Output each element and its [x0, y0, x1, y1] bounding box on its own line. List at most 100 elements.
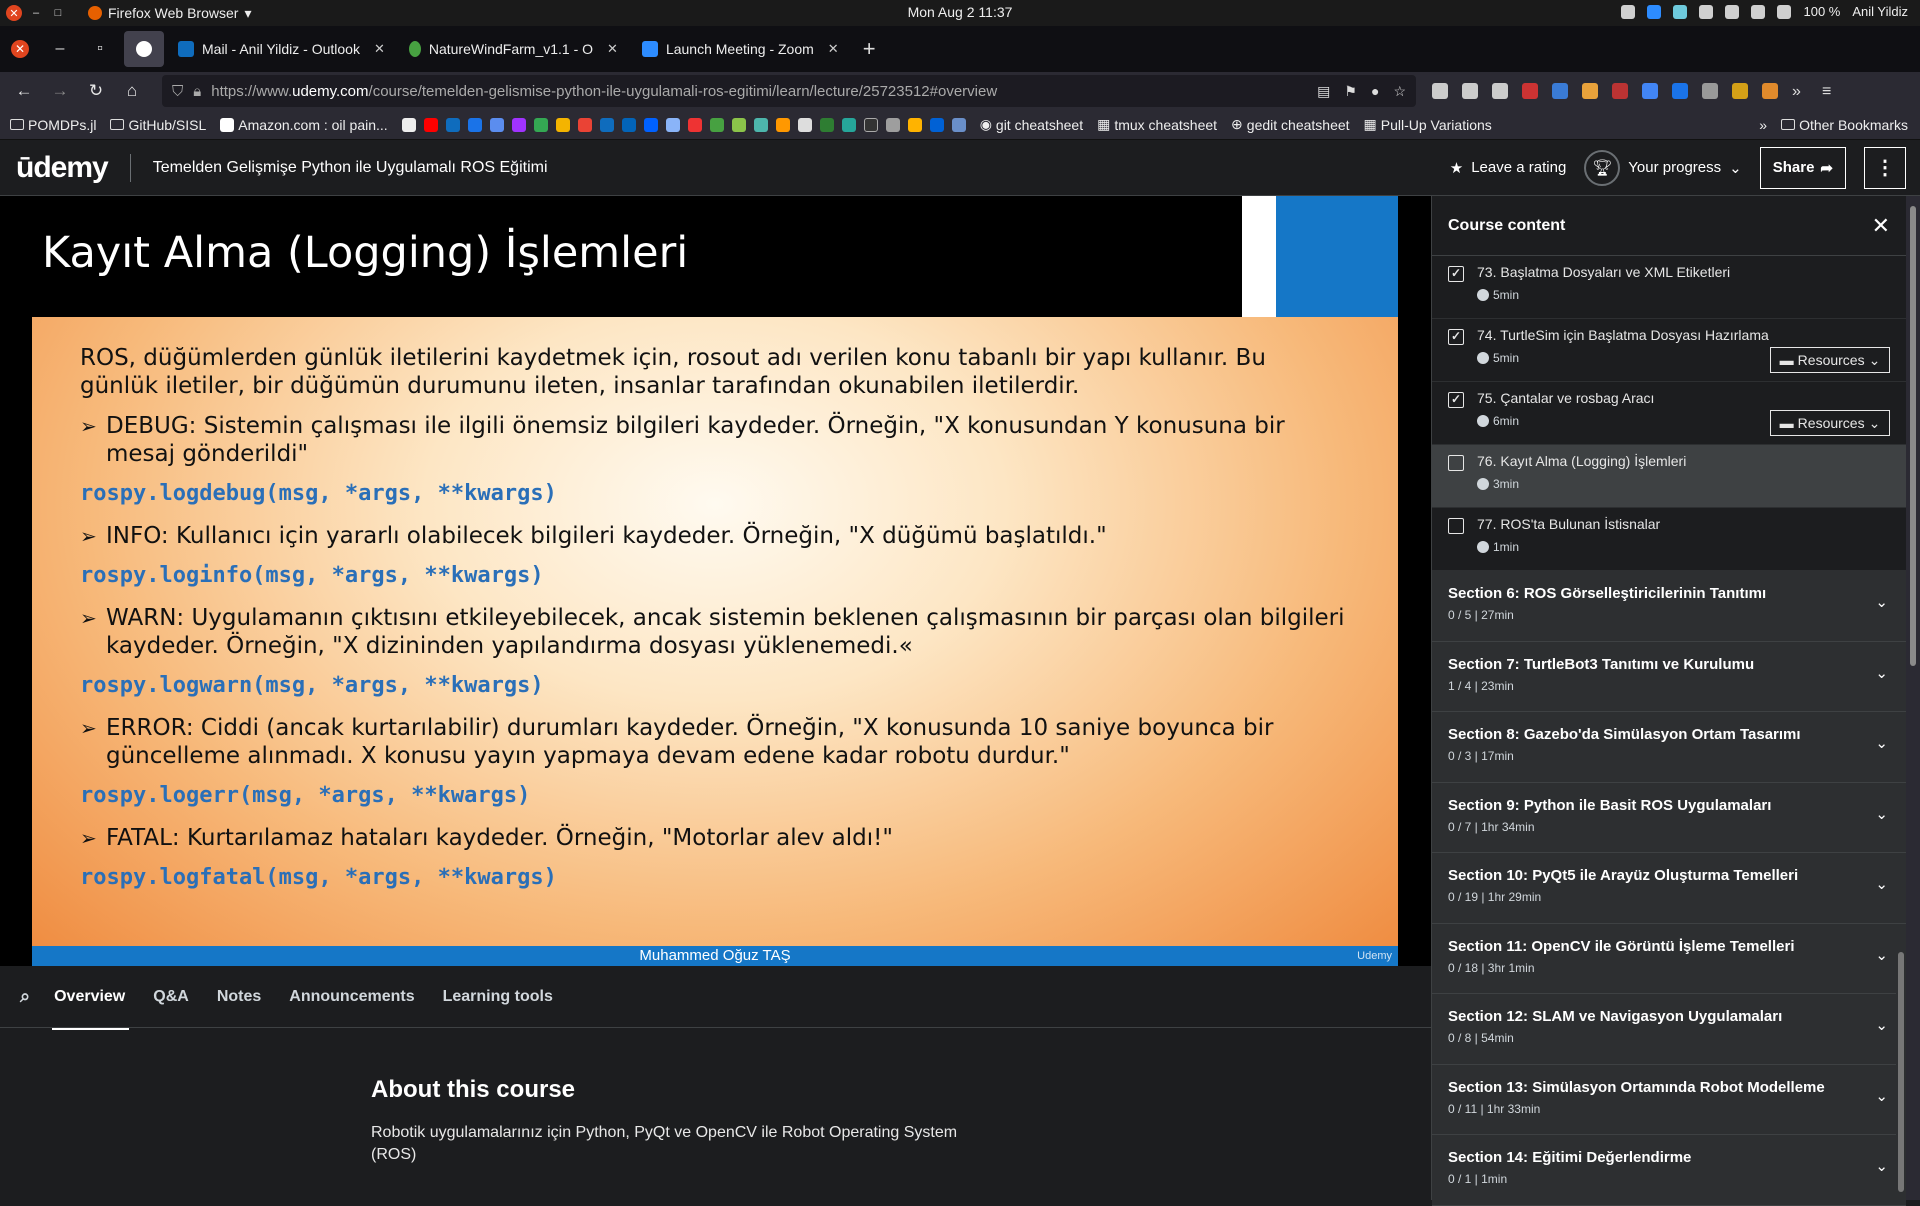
close-icon[interactable]: ✕	[1872, 213, 1890, 239]
resources-button[interactable]: ▬ Resources ⌄	[1770, 410, 1890, 436]
extension-icon[interactable]	[1762, 83, 1778, 99]
bookmark-favicon-icon[interactable]	[775, 117, 790, 132]
flag-icon[interactable]: ⚑	[1344, 83, 1357, 100]
tab-overleaf[interactable]: NatureWindFarm_v1.1 - O ✕	[399, 31, 628, 67]
section-item[interactable]: Section 6: ROS Görselleştiricilerinin Ta…	[1432, 571, 1906, 642]
browser-close-icon[interactable]: ✕	[0, 40, 40, 58]
browser-minimize-icon[interactable]: –	[40, 40, 80, 58]
bookmark-link[interactable]: ⊕ gedit cheatsheet	[1231, 116, 1349, 133]
user-name[interactable]: Anil Yildiz	[1852, 4, 1908, 19]
search-icon[interactable]: ⌕	[20, 986, 30, 1007]
brightness-icon[interactable]	[1751, 4, 1766, 19]
gmail-icon[interactable]	[577, 117, 592, 132]
download-icon[interactable]	[1462, 83, 1478, 99]
checkbox-unchecked[interactable]	[1448, 455, 1464, 471]
tray-app-icon[interactable]	[1621, 4, 1636, 19]
bookmark-favicon-icon[interactable]	[797, 117, 812, 132]
forward-icon[interactable]: →	[42, 81, 78, 101]
bookmark-folder[interactable]: GitHub/SISL	[110, 117, 206, 133]
extension-icon[interactable]	[1702, 83, 1718, 99]
wifi-icon[interactable]	[1725, 4, 1740, 19]
tab-announcements[interactable]: Announcements	[289, 966, 414, 1028]
tab-overview[interactable]: Overview	[52, 966, 130, 1030]
tab-zoom[interactable]: Launch Meeting - Zoom ✕	[632, 31, 849, 67]
window-maximize-icon[interactable]: □	[50, 5, 66, 21]
close-tab-icon[interactable]: ✕	[607, 41, 618, 57]
bookmark-link[interactable]: ▦ Pull-Up Variations	[1364, 116, 1492, 133]
bookmark-favicon-icon[interactable]	[863, 117, 878, 132]
resources-button[interactable]: ▬ Resources ⌄	[1770, 347, 1890, 373]
overleaf-icon[interactable]	[709, 117, 724, 132]
back-icon[interactable]: ←	[6, 81, 42, 101]
bookmark-star-icon[interactable]: ☆	[1393, 83, 1406, 100]
onedrive-icon[interactable]	[621, 117, 636, 132]
lecture-item[interactable]: ✓ 75. Çantalar ve rosbag Aracı 6min ▬ Res…	[1432, 382, 1906, 445]
checkbox-checked[interactable]: ✓	[1448, 392, 1464, 408]
battery-level[interactable]: 100 %	[1803, 4, 1840, 19]
slack-tray-icon[interactable]	[1673, 4, 1688, 19]
tab-learning-tools[interactable]: Learning tools	[443, 966, 553, 1028]
zoom-tray-icon[interactable]	[1647, 4, 1662, 19]
bookmark-favicon-icon[interactable]	[885, 117, 900, 132]
lecture-item[interactable]: ✓ 74. TurtleSim için Başlatma Dosyası Ha…	[1432, 319, 1906, 382]
calendar-icon[interactable]	[467, 117, 482, 132]
bookmark-favicon-icon[interactable]	[555, 117, 570, 132]
url-bar[interactable]: ⛉ 🔒︎ https://www.udemy.com/course/temeld…	[162, 75, 1416, 107]
bookmark-favicon-icon[interactable]	[753, 117, 768, 132]
section-item[interactable]: Section 14: Eğitimi Değerlendirme 0 / 1 |…	[1432, 1135, 1906, 1206]
extension-icon[interactable]	[1672, 83, 1688, 99]
section-item[interactable]: Section 7: TurtleBot3 Tanıtımı ve Kurulu…	[1432, 641, 1906, 712]
extension-icon[interactable]	[1552, 83, 1568, 99]
bookmark-favicon-icon[interactable]	[819, 117, 834, 132]
bookmark-favicon-icon[interactable]	[687, 117, 702, 132]
share-button[interactable]: Share ➦	[1759, 146, 1846, 189]
section-item[interactable]: Section 12: SLAM ve Navigasyon Uygulamal…	[1432, 994, 1906, 1065]
hamburger-menu-icon[interactable]: ≡	[1822, 83, 1838, 100]
other-bookmarks[interactable]: Other Bookmarks	[1781, 117, 1908, 133]
dropbox-icon[interactable]	[643, 117, 658, 132]
tab-udemy[interactable]	[124, 31, 164, 67]
dropbox-tray-icon[interactable]	[1699, 4, 1714, 19]
messenger-icon[interactable]	[511, 117, 526, 132]
section-item[interactable]: Section 8: Gazebo'da Simülasyon Ortam Ta…	[1432, 712, 1906, 783]
lecture-item-current[interactable]: 76. Kayıt Alma (Logging) İşlemleri 3min	[1432, 445, 1906, 508]
shield-icon[interactable]: ⛉	[172, 83, 183, 100]
library-icon[interactable]	[1492, 83, 1508, 99]
pocket-icon[interactable]	[1432, 83, 1448, 99]
bookmark-link[interactable]: ◉ git cheatsheet	[980, 116, 1083, 133]
home-icon[interactable]: ⌂	[114, 81, 150, 101]
tab-outlook[interactable]: Mail - Anil Yildiz - Outlook ✕	[168, 31, 395, 67]
checkbox-checked[interactable]: ✓	[1448, 266, 1464, 282]
new-tab-icon[interactable]: +	[863, 36, 876, 62]
overflow-icon[interactable]: »	[1792, 83, 1808, 100]
drive-icon[interactable]	[533, 117, 548, 132]
close-tab-icon[interactable]: ✕	[374, 41, 385, 57]
close-tab-icon[interactable]: ✕	[828, 41, 839, 57]
bookmark-favicon-icon[interactable]	[401, 117, 416, 132]
bookmark-favicon-icon[interactable]	[951, 117, 966, 132]
outlook-icon[interactable]	[599, 117, 614, 132]
outlook-icon[interactable]	[445, 117, 460, 132]
bookmark-link[interactable]: Amazon.com : oil pain...	[220, 117, 388, 133]
bookmarks-overflow-icon[interactable]: »	[1759, 117, 1767, 133]
extension-icon[interactable]	[1732, 83, 1748, 99]
reader-view-icon[interactable]: ▤	[1317, 83, 1330, 100]
app-menu[interactable]: Firefox Web Browser ▾	[88, 5, 251, 22]
lock-icon[interactable]: 🔒︎	[193, 83, 201, 100]
box-icon[interactable]	[929, 117, 944, 132]
udemy-logo[interactable]: ūdemy	[16, 151, 109, 185]
extension-icon[interactable]	[1612, 83, 1628, 99]
sidebar-scrollbar[interactable]	[1896, 952, 1906, 1200]
adblock-icon[interactable]	[1522, 83, 1538, 99]
window-minimize-icon[interactable]: –	[28, 5, 44, 21]
window-close-icon[interactable]: ✕	[6, 5, 22, 21]
tab-notes[interactable]: Notes	[217, 966, 261, 1028]
scrollbar-thumb[interactable]	[1910, 206, 1916, 666]
bookmark-favicon-icon[interactable]	[907, 117, 922, 132]
circle-icon[interactable]: ●	[1371, 83, 1379, 100]
extension-icon[interactable]	[1582, 83, 1598, 99]
more-options-icon[interactable]: ⋮	[1864, 146, 1906, 189]
checkbox-unchecked[interactable]	[1448, 518, 1464, 534]
system-tray[interactable]: 100 % Anil Yildiz	[1621, 4, 1908, 19]
your-progress-button[interactable]: 🏆︎ Your progress ⌄	[1584, 149, 1742, 186]
